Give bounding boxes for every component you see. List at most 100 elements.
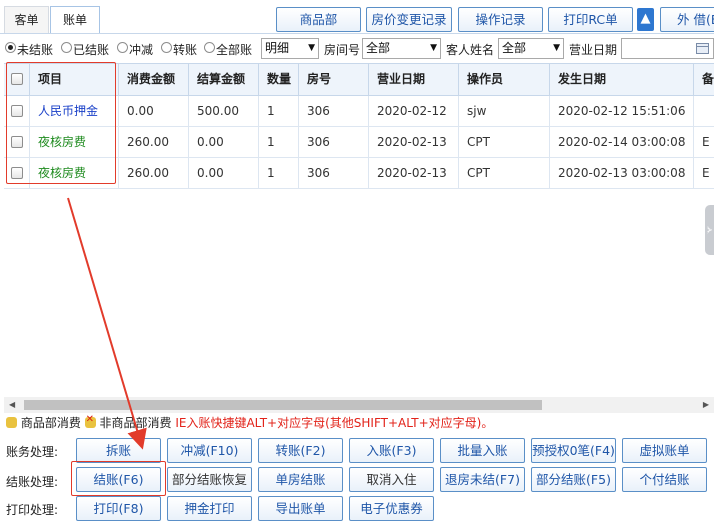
occurred-cell: 2020-02-13 03:00:08 (550, 158, 694, 188)
legend-bar: 商品部消费 非商品部消费 IE入账快捷键ALT+对应字母(其他SHIFT+ALT… (6, 414, 493, 431)
collapse-up-icon[interactable]: ▲ (637, 8, 654, 31)
cancel-checkin-button[interactable]: 取消入住 (349, 467, 434, 492)
extra-cell (694, 96, 714, 126)
radio-offset[interactable] (117, 42, 128, 53)
radio-transfer[interactable] (161, 42, 172, 53)
room-select[interactable]: 全部 ▼ (362, 38, 441, 59)
column-header[interactable]: 结算金额 (189, 64, 259, 95)
legend-nongoods: 非商品部消费 (99, 416, 172, 430)
single-room-settle-button[interactable]: 单房结账 (258, 467, 343, 492)
business-date-label: 营业日期 (569, 43, 618, 57)
highlight-box-items (6, 62, 116, 184)
partial-settle-button[interactable]: 部分结账(F5) (531, 467, 616, 492)
settle-ops-label: 结账处理: (6, 475, 59, 489)
batch-post-button[interactable]: 批量入账 (440, 438, 525, 463)
print-button[interactable]: 打印(F8) (76, 496, 161, 521)
account-ops-label: 账务处理: (6, 445, 59, 459)
settle-cell: 500.00 (189, 96, 259, 126)
tab-bill[interactable]: 账单 (50, 6, 100, 33)
deposit-print-button[interactable]: 押金打印 (167, 496, 252, 521)
room-label: 房间号 (324, 43, 361, 57)
offset-button[interactable]: 冲减(F10) (167, 438, 252, 463)
extra-cell: E (702, 166, 710, 180)
operator-cell: sjw (459, 96, 550, 126)
guest-name-select[interactable]: 全部 ▼ (498, 38, 564, 59)
radio-transfer-label: 转账 (173, 43, 198, 57)
print-ops-label: 打印处理: (6, 503, 59, 517)
radio-settled[interactable] (61, 42, 72, 53)
detail-select-value: 明细 (265, 41, 290, 55)
column-header[interactable]: 操作员 (459, 64, 550, 95)
borrow-button[interactable]: 外 借(B) (660, 7, 714, 32)
room-cell: 306 (299, 158, 369, 188)
column-header[interactable]: 消费金额 (119, 64, 189, 95)
operation-log-button[interactable]: 操作记录 (458, 7, 543, 32)
non-goods-bag-icon (84, 414, 96, 428)
checkout-unsettled-button[interactable]: 退房未结(F7) (440, 467, 525, 492)
top-toolbar: 客单 账单 商品部 房价变更记录 操作记录 打印RC单 ▲ 外 借(B) (0, 0, 714, 36)
goods-bag-icon (6, 417, 17, 428)
radio-offset-label: 冲减 (129, 43, 154, 57)
column-header[interactable]: 营业日期 (369, 64, 459, 95)
occurred-cell: 2020-02-12 15:51:06 (550, 96, 694, 126)
print-rc-button[interactable]: 打印RC单 (548, 7, 633, 32)
extra-cell: E (702, 135, 710, 149)
chevron-down-icon: ▼ (308, 43, 315, 53)
room-cell: 306 (299, 127, 369, 157)
partial-settle-restore-button[interactable]: 部分结账恢复 (167, 467, 252, 492)
preauth-button[interactable]: 预授权0笔(F4) (531, 438, 616, 463)
settle-cell: 0.00 (189, 127, 259, 157)
calendar-icon[interactable] (696, 43, 709, 54)
column-header[interactable]: 备 (694, 64, 714, 95)
filter-bar: 未结账 已结账 冲减 转账 全部账 明细 ▼ 房间号 全部 ▼ 客人姓名 全部 ▼ 营… (0, 38, 714, 60)
guest-name-label: 客人姓名 (446, 43, 495, 57)
detail-select[interactable]: 明细 ▼ (261, 38, 319, 59)
operator-cell: CPT (459, 158, 550, 188)
shortcut-hint: IE入账快捷键ALT+对应字母(其他SHIFT+ALT+对应字母)。 (175, 416, 494, 430)
radio-all-label: 全部账 (216, 43, 253, 57)
radio-all[interactable] (204, 42, 215, 53)
radio-settled-label: 已结账 (73, 43, 110, 57)
side-expand-handle[interactable]: ⦔ (705, 205, 714, 255)
legend-goods: 商品部消费 (20, 416, 81, 430)
bizdate-cell: 2020-02-13 (369, 158, 459, 188)
scroll-right-icon[interactable]: ▶ (703, 400, 709, 409)
spend-cell: 260.00 (119, 158, 189, 188)
column-header[interactable]: 数量 (259, 64, 299, 95)
goods-dept-button[interactable]: 商品部 (276, 7, 361, 32)
operator-cell: CPT (459, 127, 550, 157)
chevron-down-icon: ▼ (553, 43, 560, 53)
tab-guest[interactable]: 客单 (4, 6, 49, 33)
post-button[interactable]: 入账(F3) (349, 438, 434, 463)
highlight-box-checkout (71, 461, 166, 496)
horizontal-scrollbar[interactable]: ◀ ▶ (4, 397, 714, 413)
virtual-bill-button[interactable]: 虚拟账单 (622, 438, 707, 463)
settle-cell: 0.00 (189, 158, 259, 188)
chevron-down-icon: ▼ (430, 43, 437, 53)
spend-cell: 0.00 (119, 96, 189, 126)
transfer-button[interactable]: 转账(F2) (258, 438, 343, 463)
room-cell: 306 (299, 96, 369, 126)
scroll-left-icon[interactable]: ◀ (9, 400, 15, 409)
column-header[interactable]: 房号 (299, 64, 369, 95)
tab-divider (0, 33, 714, 34)
scrollbar-thumb[interactable] (24, 400, 542, 410)
individual-pay-button[interactable]: 个付结账 (622, 467, 707, 492)
radio-unsettled[interactable] (5, 42, 16, 53)
occurred-cell: 2020-02-14 03:00:08 (550, 127, 694, 157)
export-bill-button[interactable]: 导出账单 (258, 496, 343, 521)
room-select-value: 全部 (366, 41, 391, 55)
bizdate-cell: 2020-02-13 (369, 127, 459, 157)
business-date-input[interactable] (621, 38, 714, 59)
spend-cell: 260.00 (119, 127, 189, 157)
guest-select-value: 全部 (502, 41, 527, 55)
qty-cell: 1 (259, 158, 299, 188)
bizdate-cell: 2020-02-12 (369, 96, 459, 126)
qty-cell: 1 (259, 96, 299, 126)
column-header[interactable]: 发生日期 (550, 64, 694, 95)
split-bill-button[interactable]: 拆账 (76, 438, 161, 463)
qty-cell: 1 (259, 127, 299, 157)
rate-change-log-button[interactable]: 房价变更记录 (366, 7, 452, 32)
e-coupon-button[interactable]: 电子优惠券 (349, 496, 434, 521)
radio-unsettled-label: 未结账 (17, 43, 54, 57)
